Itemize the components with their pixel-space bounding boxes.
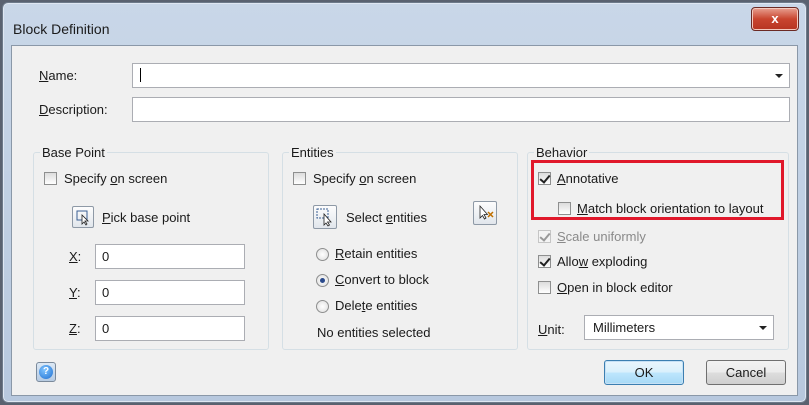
highlight-annotation [531, 160, 784, 220]
base-point-title: Base Point [40, 145, 107, 160]
entities-title: Entities [289, 145, 336, 160]
description-label: Description: [39, 102, 108, 117]
y-label: Y: [69, 285, 81, 300]
delete-entities-radio[interactable] [316, 300, 329, 313]
pick-base-point-button[interactable] [72, 206, 94, 228]
close-button[interactable]: x [751, 7, 799, 31]
z-field[interactable]: 0 [95, 316, 245, 341]
text-cursor [140, 68, 141, 82]
pick-base-point-label[interactable]: Pick base point [102, 210, 190, 225]
ok-button[interactable]: OK [604, 360, 684, 385]
unit-label: Unit: [538, 322, 565, 337]
z-value: 0 [102, 321, 110, 336]
dialog-body: Name: Description: Base Point Specify on… [11, 45, 798, 396]
retain-entities-label[interactable]: Retain entities [335, 246, 417, 261]
retain-entities-radio[interactable] [316, 248, 329, 261]
base-specify-label[interactable]: Specify on screen [64, 171, 167, 186]
x-label: X: [69, 249, 82, 264]
base-specify-checkbox[interactable] [44, 172, 57, 185]
convert-to-block-label[interactable]: Convert to block [335, 272, 429, 287]
unit-value: Millimeters [593, 320, 656, 335]
help-icon: ? [39, 365, 53, 379]
base-point-group: Base Point Specify on screen Pick base p… [33, 145, 269, 350]
quick-select-button[interactable] [473, 201, 497, 225]
close-icon: x [771, 11, 779, 26]
name-combobox[interactable] [132, 63, 790, 88]
x-field[interactable]: 0 [95, 244, 245, 269]
behavior-title: Behavior [534, 145, 590, 160]
allow-exploding-label[interactable]: Allow exploding [557, 254, 647, 269]
window-title: Block Definition [13, 21, 110, 37]
allow-exploding-checkbox[interactable] [538, 255, 551, 268]
y-field[interactable]: 0 [95, 280, 245, 305]
scale-uniformly-label: Scale uniformly [557, 229, 646, 244]
select-entities-button[interactable] [313, 205, 337, 229]
description-field[interactable] [132, 97, 790, 122]
pick-point-icon [76, 210, 89, 226]
scale-uniformly-checkbox[interactable] [538, 230, 551, 243]
z-label: Z: [69, 321, 81, 336]
block-definition-dialog: Block Definition x Name: Description: Ba… [2, 2, 807, 403]
y-value: 0 [102, 285, 110, 300]
help-button[interactable]: ? [36, 362, 56, 382]
title-bar[interactable]: Block Definition x [3, 3, 806, 43]
entities-specify-label[interactable]: Specify on screen [313, 171, 416, 186]
open-in-editor-checkbox[interactable] [538, 281, 551, 294]
chevron-down-icon[interactable] [759, 325, 767, 330]
name-label: Name: [39, 68, 78, 83]
select-entities-label[interactable]: Select entities [346, 210, 427, 225]
delete-entities-label[interactable]: Delete entities [335, 298, 417, 313]
cancel-button[interactable]: Cancel [706, 360, 786, 385]
chevron-down-icon[interactable] [775, 73, 783, 78]
entities-status: No entities selected [317, 325, 431, 340]
unit-select[interactable]: Millimeters [584, 315, 774, 340]
convert-to-block-radio[interactable] [316, 274, 329, 287]
entities-specify-checkbox[interactable] [293, 172, 306, 185]
entities-group: Entities Specify on screen Select entiti… [282, 145, 518, 350]
open-in-editor-label[interactable]: Open in block editor [557, 280, 673, 295]
quick-select-icon [479, 204, 494, 220]
x-value: 0 [102, 249, 110, 264]
select-entities-icon [316, 208, 332, 227]
